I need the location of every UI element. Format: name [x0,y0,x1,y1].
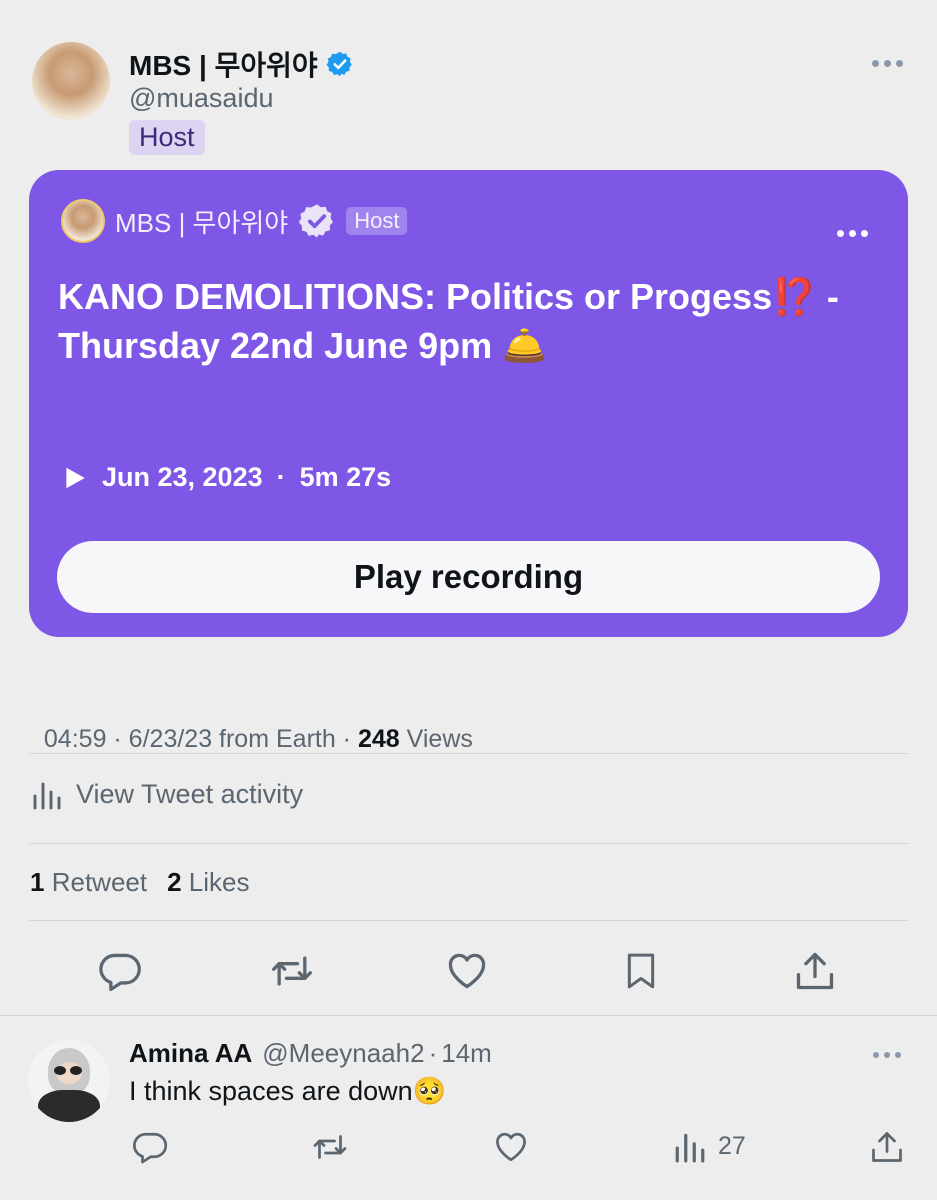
play-triangle-icon [62,465,88,491]
reply-share-icon[interactable] [865,1127,909,1167]
space-host-badge: Host [346,207,408,235]
reply-author-name[interactable]: Amina AA [129,1038,252,1069]
views-count: 248 [357,725,400,753]
reply-reply-icon[interactable] [128,1127,172,1167]
space-host-name: MBS | 무아위야 [115,207,289,238]
likes-stat[interactable]: 2 Likes [167,867,249,898]
space-date: Jun 23, 2023 [102,462,263,492]
retweets-count: 1 [30,867,45,897]
tweet-time-source: 04:59 · 6/23/23 from Earth · [43,725,358,753]
reply-handle[interactable]: @Meeynaah2 [262,1038,424,1069]
likes-count: 2 [167,867,182,897]
space-title: KANO DEMOLITIONS: Politics or Progess⁉️ … [58,276,839,366]
divider [29,920,908,921]
reply-retweet-icon[interactable] [308,1127,352,1167]
play-recording-button[interactable]: Play recording [57,541,880,613]
space-host-avatar [61,199,105,243]
reply-avatar[interactable] [28,1040,110,1122]
tweet-stats: 1 Retweet 2 Likes [30,867,250,898]
views-label: Views [399,725,473,753]
author-avatar[interactable] [32,42,110,120]
divider [29,843,908,844]
space-info-separator: · [276,462,286,492]
space-host-row: MBS | 무아위야 Host [115,202,408,240]
space-recording-info: Jun 23, 2023 · 5m 27s [62,462,391,493]
reply-separator: · [428,1038,438,1068]
reply-like-icon[interactable] [489,1127,533,1167]
bookmark-icon[interactable] [615,945,667,997]
view-activity-label: View Tweet activity [76,778,304,809]
share-icon[interactable] [789,945,841,997]
space-card[interactable]: MBS | 무아위야 Host KANO DEMOLITIONS: Politi… [29,170,908,637]
reply-header: Amina AA @Meeynaah2 · 14m [129,1038,492,1069]
reply-views-count: 27 [718,1131,746,1160]
view-activity-link[interactable]: View Tweet activity [32,778,303,810]
space-duration: 5m 27s [299,462,392,492]
verified-badge-icon [326,50,354,78]
space-more-icon[interactable] [835,226,869,240]
divider [29,753,908,754]
tweet-meta: 04:59 · 6/23/23 from Earth · 248 Views [30,696,473,754]
author-name-row: MBS | 무아위야 [129,44,354,84]
reply-more-icon[interactable] [870,1048,904,1062]
more-options-icon[interactable] [868,55,906,71]
reply-views-icon [674,1129,706,1163]
like-icon[interactable] [441,945,493,997]
likes-label: Likes [188,867,250,897]
author-name[interactable]: MBS | 무아위야 [129,44,318,84]
retweets-stat[interactable]: 1 Retweet [30,867,147,898]
reply-time: 14m [441,1038,492,1068]
retweet-icon[interactable] [266,945,318,997]
author-handle[interactable]: @muasaidu [129,83,273,114]
analytics-icon [32,778,62,810]
reply-text: I think spaces are down🥺 [129,1076,447,1106]
space-verified-icon [298,202,336,240]
reply-icon[interactable] [94,945,146,997]
host-badge: Host [129,120,205,155]
thread-divider [0,1015,937,1016]
reply-views[interactable]: 27 [674,1129,746,1163]
retweets-label: Retweet [51,867,148,897]
